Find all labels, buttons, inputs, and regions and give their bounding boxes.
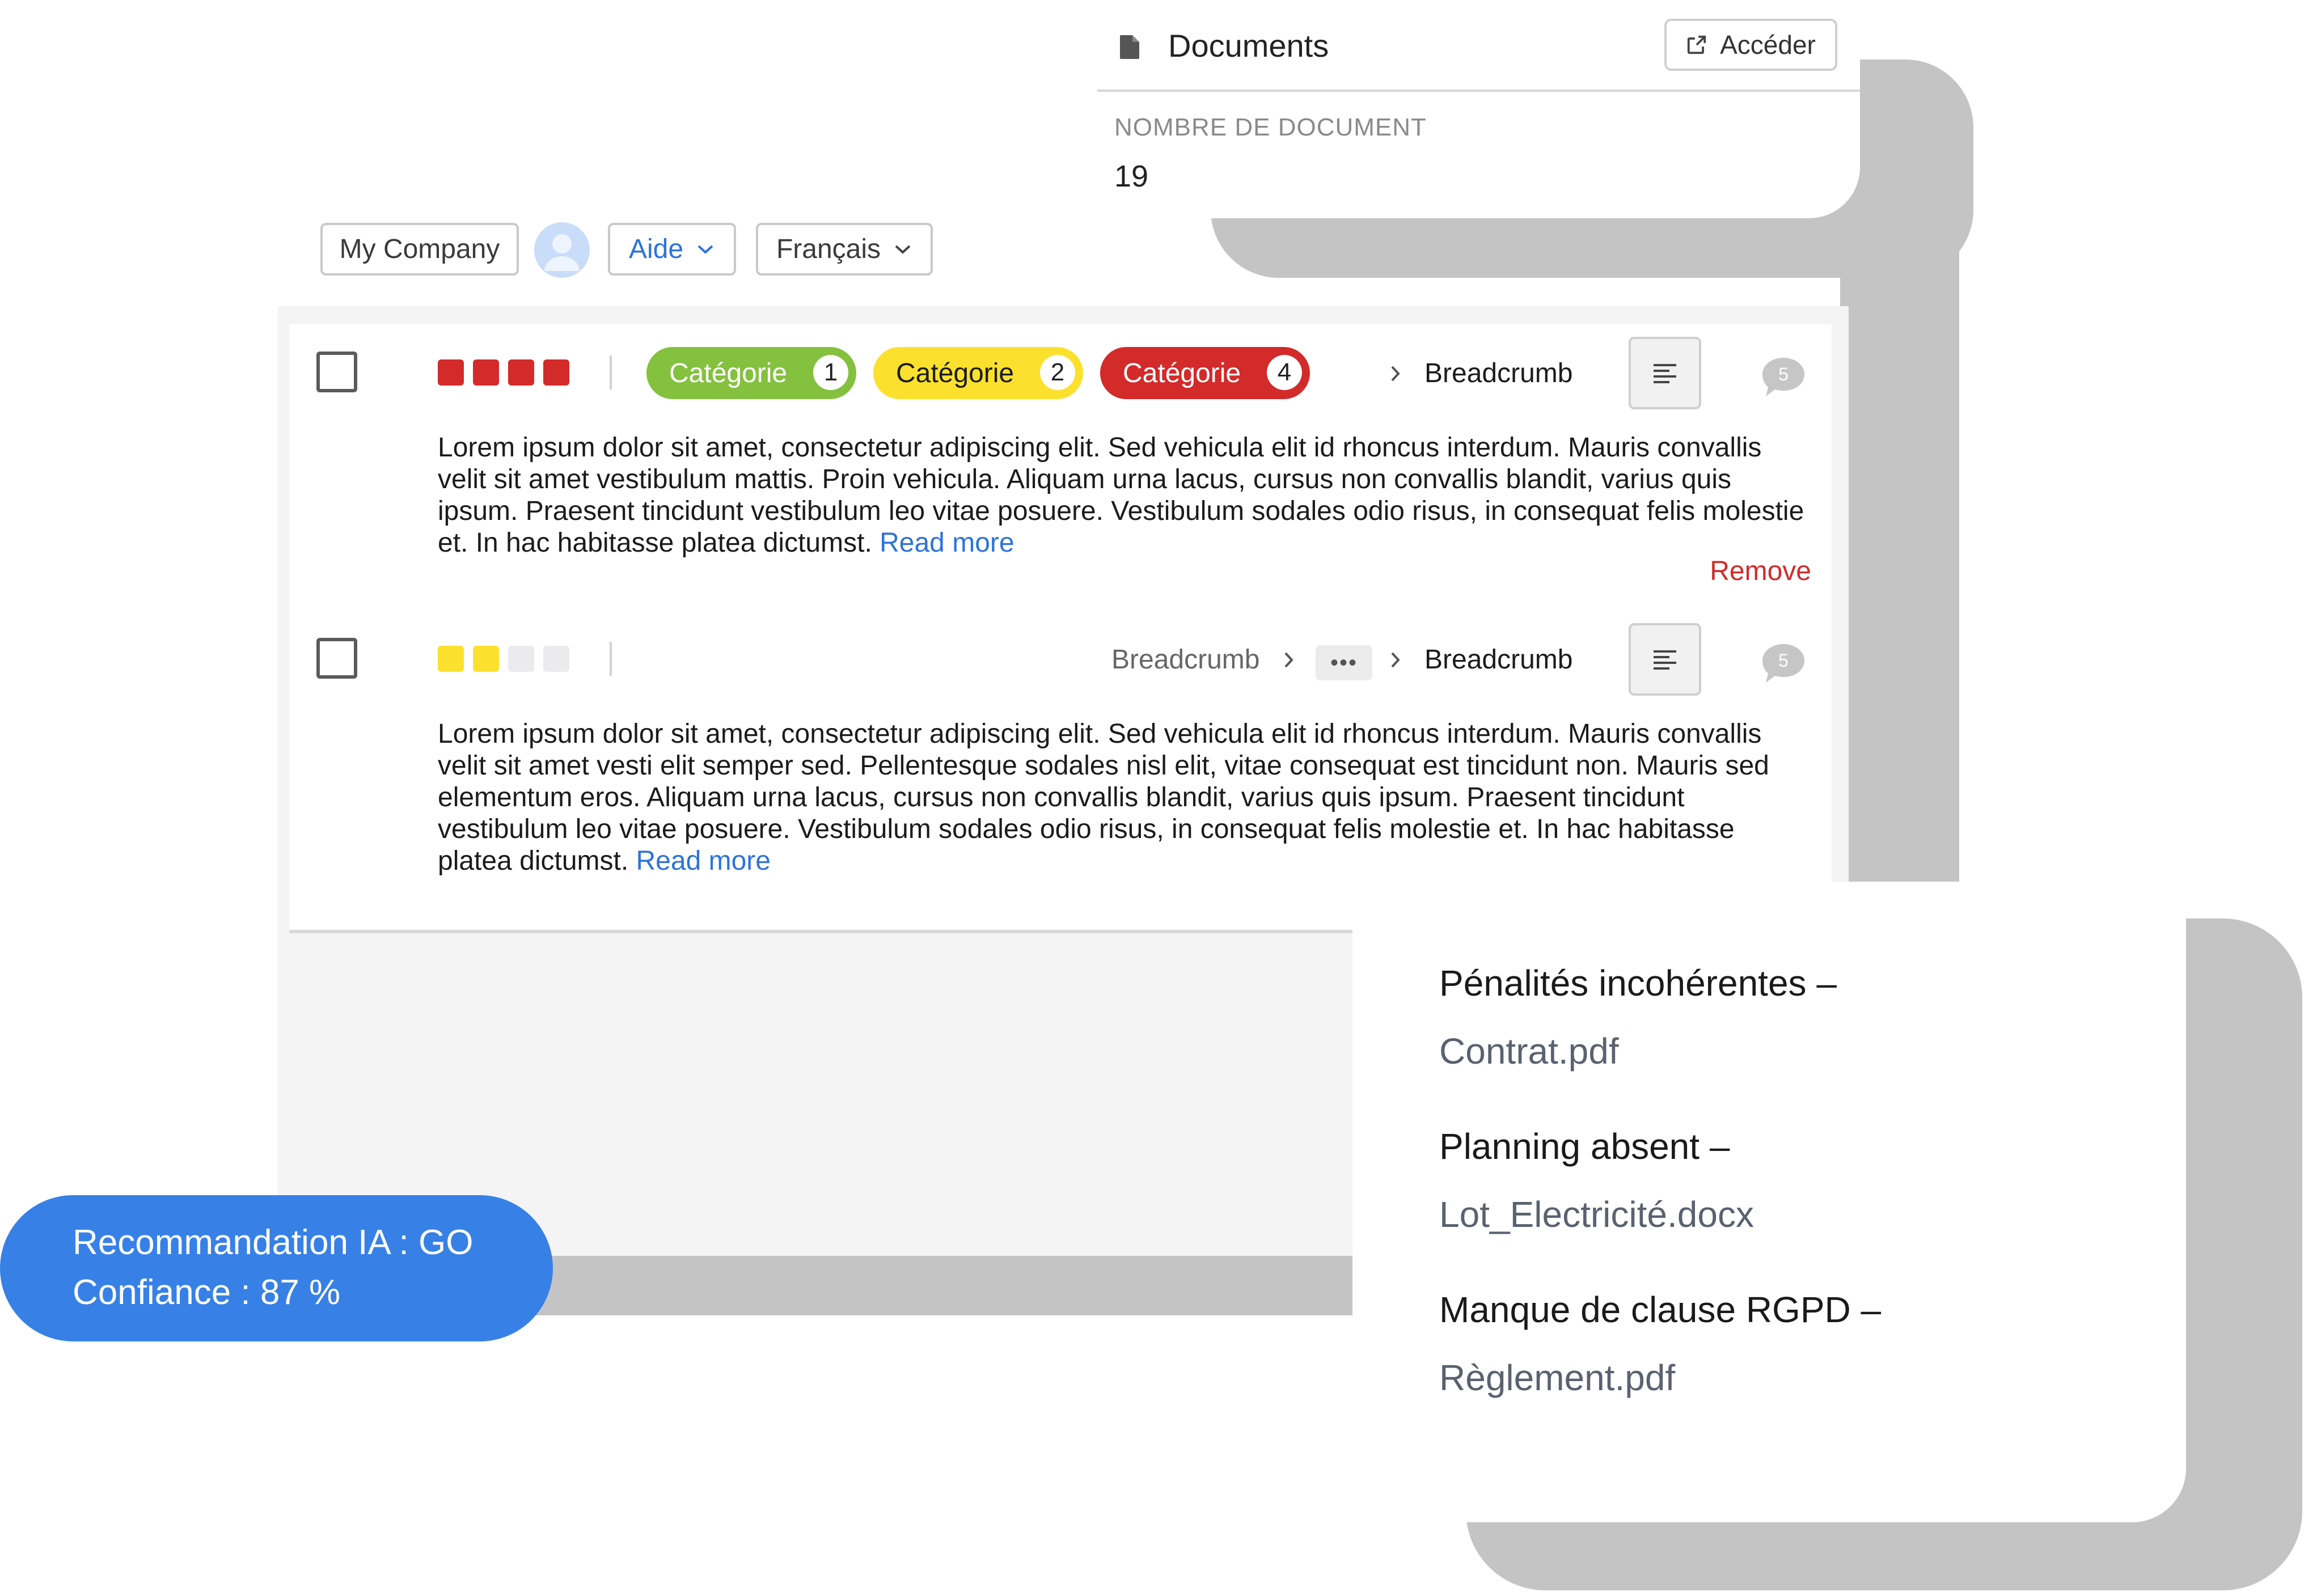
comment-count: 5 <box>1778 364 1789 384</box>
issue-title: Planning absent – <box>1439 1126 1730 1167</box>
external-link-icon <box>1687 35 1706 54</box>
severity-square <box>473 646 499 672</box>
category-label: Catégorie <box>669 358 788 388</box>
severity-square <box>438 359 464 386</box>
read-more-link[interactable]: Read more <box>880 528 1014 558</box>
documents-divider <box>1097 90 1860 92</box>
ai-recommendation-badge: Recommandation IA : GO Confiance : 87 % <box>0 1195 553 1341</box>
item-text: Lorem ipsum dolor sit amet, consectetur … <box>438 433 1804 558</box>
chevron-right-icon <box>1284 652 1293 668</box>
breadcrumb-item[interactable]: Breadcrumb <box>1424 358 1572 389</box>
breadcrumb-item[interactable]: Breadcrumb <box>1111 644 1259 675</box>
help-label: Aide <box>628 234 684 264</box>
severity-square <box>543 359 569 386</box>
row-checkbox[interactable] <box>316 638 357 679</box>
issue-file-link[interactable]: Lot_Electricité.docx <box>1439 1193 1754 1235</box>
language-label: Français <box>776 234 881 264</box>
documents-card: Documents Accéder NOMBRE DE DOCUMENT 19 <box>1097 0 1860 218</box>
severity-square <box>508 646 534 672</box>
details-button[interactable] <box>1629 337 1701 409</box>
category-label: Catégorie <box>1123 358 1241 388</box>
issues-card: Pénalités incohérentes – Contrat.pdf Pla… <box>1352 882 2186 1522</box>
category-tag[interactable]: Catégorie 1 <box>646 347 856 399</box>
separator <box>610 355 612 390</box>
user-avatar-icon[interactable] <box>534 222 590 278</box>
row-checkbox[interactable] <box>316 352 357 392</box>
severity-square <box>438 646 464 672</box>
breadcrumb-item[interactable]: Breadcrumb <box>1424 644 1572 675</box>
issue-file-link[interactable]: Contrat.pdf <box>1439 1030 1619 1072</box>
category-label: Catégorie <box>896 358 1014 388</box>
chevron-down-icon <box>697 245 713 254</box>
severity-square <box>473 359 499 386</box>
item-description: Lorem ipsum dolor sit amet, consectetur … <box>438 432 1816 559</box>
issue-file-link[interactable]: Règlement.pdf <box>1439 1357 1675 1399</box>
category-count: 1 <box>813 355 848 390</box>
open-documents-button[interactable]: Accéder <box>1664 19 1837 71</box>
open-documents-label: Accéder <box>1720 30 1816 60</box>
item-description: Lorem ipsum dolor sit amet, consectetur … <box>438 718 1816 877</box>
breadcrumb-ellipsis[interactable]: ••• <box>1316 645 1372 680</box>
read-more-link[interactable]: Read more <box>636 846 771 876</box>
list-item: Breadcrumb ••• Breadcrumb 5 Lorem ipsum … <box>289 608 1832 925</box>
results-list: Catégorie 1 Catégorie 2 Catégorie 4 Brea… <box>289 324 1832 931</box>
align-left-icon <box>1654 650 1676 670</box>
comment-icon[interactable]: 5 <box>1760 355 1807 399</box>
help-dropdown[interactable]: Aide <box>608 223 736 276</box>
language-dropdown[interactable]: Français <box>756 223 933 276</box>
panel-shadow <box>1840 238 1959 884</box>
list-divider <box>289 930 1355 933</box>
category-count: 2 <box>1040 355 1075 390</box>
company-button[interactable]: My Company <box>320 223 519 276</box>
category-tag[interactable]: Catégorie 4 <box>1100 347 1310 399</box>
category-tag[interactable]: Catégorie 2 <box>873 347 1083 399</box>
documents-title: Documents <box>1168 28 1329 63</box>
comment-count: 5 <box>1778 650 1789 671</box>
severity-square <box>543 646 569 672</box>
severity-square <box>508 359 534 386</box>
issue-title: Manque de clause RGPD – <box>1439 1289 1882 1330</box>
document-count-label: NOMBRE DE DOCUMENT <box>1114 113 1427 141</box>
separator <box>610 642 612 676</box>
chevron-right-icon <box>1391 652 1400 668</box>
ai-confidence-text: Confiance : 87 % <box>73 1273 341 1312</box>
list-item: Catégorie 1 Catégorie 2 Catégorie 4 Brea… <box>289 324 1832 619</box>
details-button[interactable] <box>1629 623 1701 696</box>
chevron-down-icon <box>895 245 911 254</box>
ai-recommendation-text: Recommandation IA : GO <box>73 1223 474 1262</box>
chevron-right-icon <box>1391 366 1400 382</box>
document-count-value: 19 <box>1114 159 1149 193</box>
document-icon <box>1120 35 1139 59</box>
align-left-icon <box>1654 364 1676 383</box>
remove-link[interactable]: Remove <box>1710 556 1811 587</box>
issue-title: Pénalités incohérentes – <box>1439 963 1837 1004</box>
category-count: 4 <box>1267 355 1302 390</box>
comment-icon[interactable]: 5 <box>1760 642 1807 685</box>
